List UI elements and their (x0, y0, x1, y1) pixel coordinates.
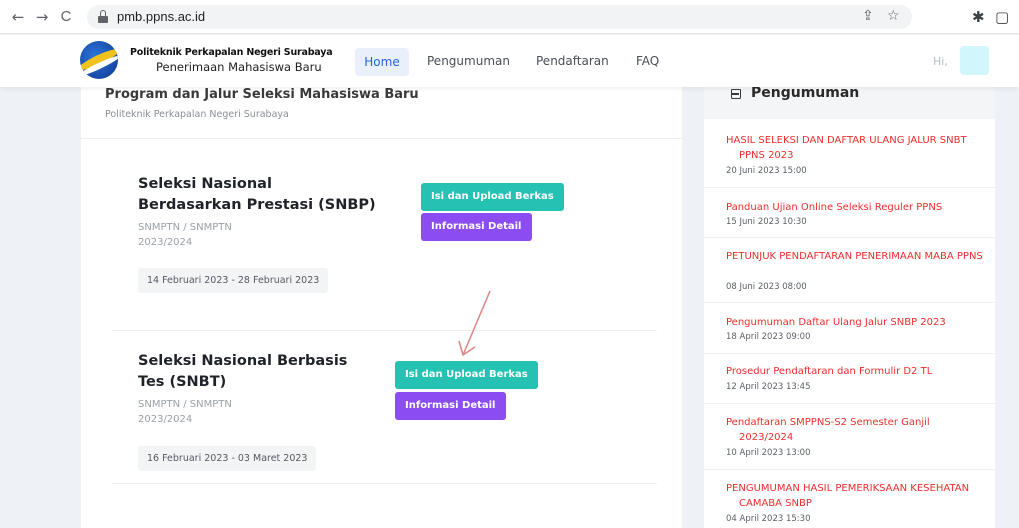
announcement-link[interactable]: Pengumuman Daftar Ulang Jalur SNBP 2023 (726, 315, 984, 330)
announcement-link[interactable]: Pendaftaran SMPPNS-S2 Semester Ganjil 20… (726, 415, 984, 445)
announcement-separator (704, 187, 995, 188)
announcement-separator (704, 403, 995, 404)
announcement-link[interactable]: PENGUMUMAN HASIL PEMERIKSAAN KESEHATAN C… (726, 481, 984, 511)
program-divider (112, 483, 657, 484)
programs-card: Program dan Jalur Seleksi Mahasiswa Baru… (81, 87, 682, 528)
upload-documents-button[interactable]: Isi dan Upload Berkas (395, 361, 538, 389)
brand-subtitle: Penerimaan Mahasiswa Baru (156, 60, 322, 74)
browser-toolbar: ← → C pmb.ppns.ac.id ⇪ ☆ ✱ ▢ (0, 0, 1019, 34)
side-panel-icon[interactable]: ▢ (995, 8, 1009, 26)
section-divider (81, 138, 682, 139)
announcement-date: 08 Juni 2023 08:00 (726, 282, 807, 292)
announcement-separator (704, 469, 995, 470)
page-subtitle: Politeknik Perkapalan Negeri Surabaya (105, 109, 289, 120)
bookmark-star-icon[interactable]: ☆ (887, 8, 900, 24)
announcement-link[interactable]: PETUNJUK PENDAFTARAN PENERIMAAN MABA PPN… (726, 249, 984, 264)
ppns-logo[interactable] (80, 41, 118, 79)
program-year: 2023/2024 (138, 414, 193, 425)
nav-pengumuman[interactable]: Pengumuman (427, 54, 510, 68)
announcement-separator (704, 237, 995, 238)
upload-documents-button[interactable]: Isi dan Upload Berkas (421, 183, 564, 211)
announcement-date: 04 April 2023 15:30 (726, 514, 811, 524)
address-bar[interactable]: pmb.ppns.ac.id ⇪ ☆ (87, 5, 912, 29)
program-code: SNMPTN / SNMPTN (138, 222, 232, 233)
url-text[interactable]: pmb.ppns.ac.id (117, 9, 205, 24)
program-year: 2023/2024 (138, 237, 193, 248)
extensions-puzzle-icon[interactable]: ✱ (972, 8, 985, 26)
nav-pendaftaran[interactable]: Pendaftaran (536, 54, 609, 68)
annotation-arrow-icon (458, 290, 491, 356)
announcement-date: 18 April 2023 09:00 (726, 332, 811, 342)
announcement-separator (704, 302, 995, 303)
forward-arrow-icon[interactable]: → (32, 7, 52, 27)
share-icon[interactable]: ⇪ (862, 8, 874, 24)
announcement-icon (731, 89, 741, 99)
user-greeting: Hi, (933, 55, 948, 68)
reload-icon[interactable]: C (56, 7, 76, 27)
program-date-range: 14 Februari 2023 - 28 Februari 2023 (138, 268, 329, 293)
back-arrow-icon[interactable]: ← (8, 7, 28, 27)
announcements-header: Pengumuman (704, 87, 995, 119)
announcements-panel: Pengumuman HASIL SELEKSI DAN DAFTAR ULAN… (704, 87, 995, 528)
detail-info-button[interactable]: Informasi Detail (421, 213, 532, 241)
page-title: Program dan Jalur Seleksi Mahasiswa Baru (105, 87, 419, 102)
nav-home[interactable]: Home (355, 48, 409, 76)
announcement-link[interactable]: Panduan Ujian Online Seleksi Reguler PPN… (726, 200, 984, 215)
program-name: Seleksi Nasional Berdasarkan Prestasi (S… (138, 176, 376, 213)
program-name: Seleksi Nasional Berbasis Tes (SNBT) (138, 353, 348, 390)
program-date-range: 16 Februari 2023 - 03 Maret 2023 (138, 446, 317, 471)
announcement-separator (704, 353, 995, 354)
program-code: SNMPTN / SNMPTN (138, 399, 232, 410)
announcement-date: 20 Juni 2023 15:00 (726, 166, 807, 176)
user-avatar[interactable] (960, 46, 989, 75)
nav-faq[interactable]: FAQ (636, 54, 659, 68)
detail-info-button[interactable]: Informasi Detail (395, 392, 506, 420)
site-header: Politeknik Perkapalan Negeri Surabaya Pe… (0, 35, 1019, 87)
announcement-link[interactable]: HASIL SELEKSI DAN DAFTAR ULANG JALUR SNB… (726, 133, 984, 163)
announcement-date: 10 April 2023 13:00 (726, 448, 811, 458)
announcement-date: 12 April 2023 13:45 (726, 382, 811, 392)
announcements-title: Pengumuman (751, 87, 860, 101)
brand-title: Politeknik Perkapalan Negeri Surabaya (130, 47, 333, 58)
announcement-link[interactable]: Prosedur Pendaftaran dan Formulir D2 TL (726, 364, 984, 379)
announcement-date: 15 Juni 2023 10:30 (726, 217, 807, 227)
program-divider (112, 330, 657, 331)
lock-icon[interactable] (97, 10, 109, 24)
